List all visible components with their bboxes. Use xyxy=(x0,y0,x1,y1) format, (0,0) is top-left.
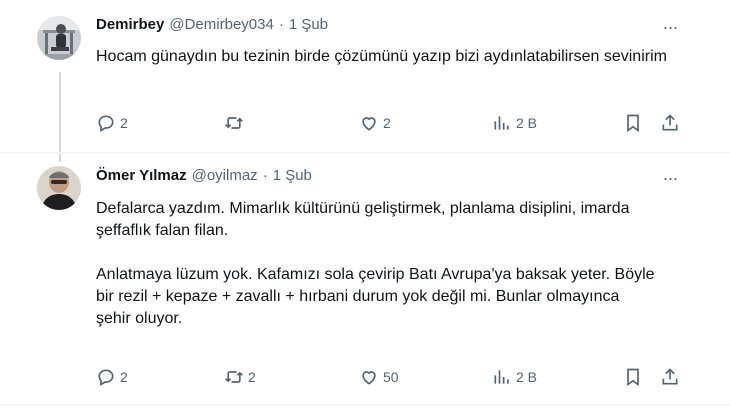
tweet-divider xyxy=(0,404,730,405)
reply-icon xyxy=(98,369,114,386)
retweet-button[interactable] xyxy=(224,111,248,135)
like-icon xyxy=(362,371,376,385)
like-button[interactable]: 50 xyxy=(359,365,399,389)
reply-button[interactable]: 2 xyxy=(96,111,128,135)
more-icon[interactable]: ··· xyxy=(660,18,680,36)
reply-count: 2 xyxy=(120,369,128,385)
bookmark-button[interactable] xyxy=(623,111,643,135)
timestamp[interactable]: 1 Şub xyxy=(273,167,312,184)
reply-icon xyxy=(98,115,114,132)
tweet-actions: 2 2 2 B xyxy=(96,111,686,135)
avatar-omer-yilmaz[interactable] xyxy=(37,166,81,210)
like-icon xyxy=(362,117,376,131)
display-name[interactable]: Demirbey xyxy=(96,16,164,33)
tweet-header: Ömer Yılmaz @oyilmaz · 1 Şub xyxy=(96,167,312,184)
reply-button[interactable]: 2 xyxy=(96,365,128,389)
like-button[interactable]: 2 xyxy=(359,111,391,135)
bookmark-icon xyxy=(627,368,639,387)
share-button[interactable] xyxy=(660,365,680,389)
share-icon xyxy=(662,368,678,385)
tweet-header: Demirbey @Demirbey034 · 1 Şub xyxy=(96,16,328,33)
retweet-icon xyxy=(225,371,243,383)
views-button[interactable]: 2 B xyxy=(492,111,537,135)
separator: · xyxy=(278,16,284,33)
share-icon xyxy=(662,114,678,131)
tweet-text: Hocam günaydın bu tezinin birde çözümünü… xyxy=(96,46,696,68)
reply-count: 2 xyxy=(120,115,128,131)
more-icon[interactable]: ··· xyxy=(660,169,680,187)
retweet-button[interactable]: 2 xyxy=(224,365,256,389)
tweet-paragraph: Hocam günaydın bu tezinin birde çözümünü… xyxy=(96,48,667,65)
avatar-demirbey[interactable] xyxy=(37,16,81,60)
views-icon xyxy=(494,370,509,384)
like-count: 50 xyxy=(383,369,399,385)
share-button[interactable] xyxy=(660,111,680,135)
views-count: 2 B xyxy=(516,369,538,385)
views-count: 2 B xyxy=(516,115,538,131)
tweet-actions: 2 2 50 2 B xyxy=(96,365,686,389)
tweet-paragraph: Defalarca yazdım. Mimarlık kültürünü gel… xyxy=(96,200,630,239)
bookmark-icon xyxy=(627,114,639,133)
tweet-divider xyxy=(0,152,730,153)
views-button[interactable]: 2 B xyxy=(492,365,537,389)
like-count: 2 xyxy=(383,115,391,131)
bookmark-button[interactable] xyxy=(623,365,643,389)
tweet-paragraph: Anlatmaya lüzum yok. Kafamızı sola çevir… xyxy=(96,266,655,327)
retweet-icon xyxy=(225,117,243,129)
user-handle[interactable]: @oyilmaz xyxy=(192,167,258,184)
timestamp[interactable]: 1 Şub xyxy=(289,16,328,33)
separator: · xyxy=(262,167,268,184)
tweet-text: Defalarca yazdım. Mimarlık kültürünü gel… xyxy=(96,198,656,330)
user-handle[interactable]: @Demirbey034 xyxy=(169,16,273,33)
retweet-count: 2 xyxy=(248,369,256,385)
views-icon xyxy=(494,116,509,130)
display-name[interactable]: Ömer Yılmaz xyxy=(96,167,187,184)
thread-line xyxy=(59,72,61,162)
